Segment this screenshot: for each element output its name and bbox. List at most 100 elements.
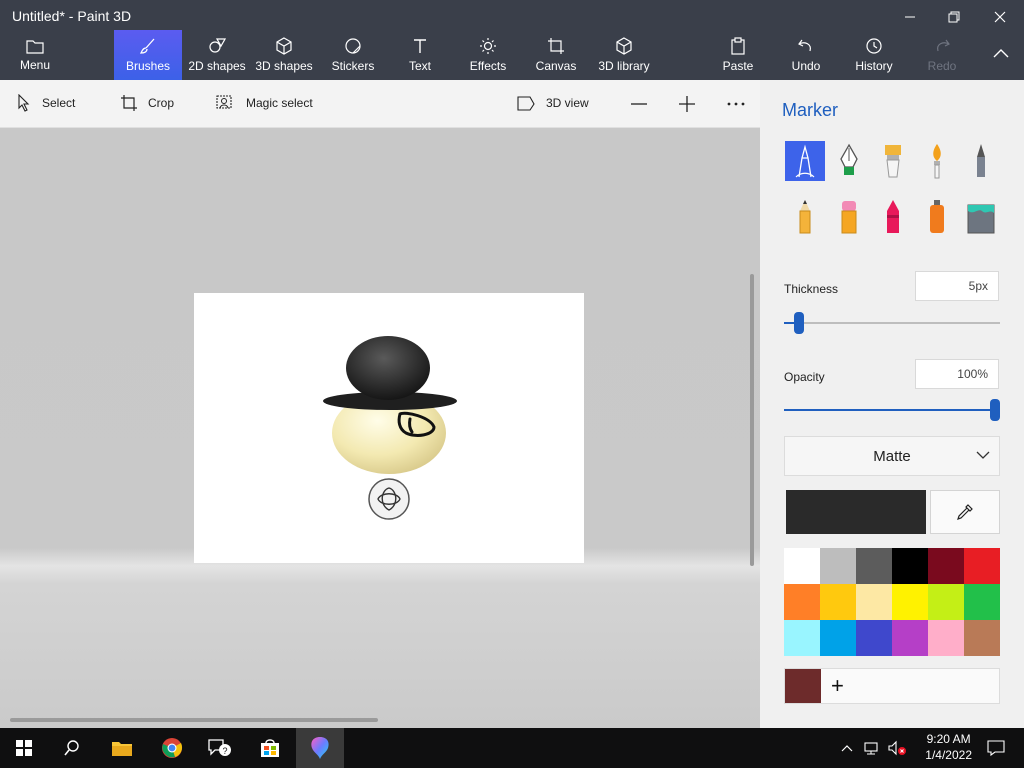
start-button[interactable] [0,728,48,768]
redo-icon [937,39,950,52]
brush-pencil[interactable] [785,197,825,237]
stickers-tab[interactable]: Stickers [326,30,380,80]
text-tab[interactable]: Text [398,30,442,80]
watercolor-icon [933,144,941,179]
palette-swatch[interactable] [784,548,820,584]
opacity-slider[interactable] [784,399,1000,421]
hat-crown[interactable] [346,336,430,400]
marker-icon [795,144,815,178]
3d-shapes-tab[interactable]: 3D shapes [252,30,316,80]
brush-marker[interactable] [785,141,825,181]
close-button[interactable] [978,6,1022,28]
brush-crayon[interactable] [873,197,913,237]
brush-eraser[interactable] [829,197,869,237]
text-label: Text [408,59,431,73]
palette-swatch[interactable] [820,620,856,656]
opacity-input[interactable]: 100% [915,359,999,389]
chrome-button[interactable] [148,728,196,768]
finish-dropdown[interactable]: Matte [784,436,1000,476]
paint-3d-taskbar-button[interactable] [296,728,344,768]
minimize-icon [905,16,915,18]
file-explorer-button[interactable] [98,728,146,768]
color-palette [784,548,1000,656]
network-status[interactable] [860,728,884,768]
brush-oil[interactable] [873,141,913,181]
restore-button[interactable] [932,6,976,28]
volume-status[interactable] [884,728,910,768]
palette-swatch[interactable] [892,584,928,620]
speaker-muted-icon [888,740,906,756]
brush-spray-can[interactable] [917,197,957,237]
cursor-icon [18,94,30,112]
workspace[interactable] [0,128,760,728]
palette-swatch[interactable] [964,584,1000,620]
search-button[interactable] [48,728,96,768]
palette-swatch[interactable] [856,584,892,620]
palette-swatch[interactable] [964,548,1000,584]
effects-label: Effects [469,59,507,73]
more-options-button[interactable] [727,101,755,107]
vertical-scrollbar[interactable] [750,274,754,566]
notifications-button[interactable] [972,728,1020,768]
palette-swatch[interactable] [856,620,892,656]
menu-button[interactable]: Menu [10,30,60,80]
effects-tab[interactable]: Effects [464,30,512,80]
2d-shapes-tab[interactable]: 2D shapes [184,30,250,80]
palette-swatch[interactable] [928,620,964,656]
palette-swatch[interactable] [928,548,964,584]
crop-tool[interactable]: Crop [120,94,174,112]
zoom-in-button[interactable] [678,95,706,113]
redo-button[interactable]: Redo [922,30,962,80]
palette-swatch[interactable] [820,548,856,584]
minimize-button[interactable] [888,6,932,28]
drawing-content [323,336,457,520]
history-button[interactable]: History [850,30,898,80]
palette-swatch[interactable] [964,620,1000,656]
history-icon [866,38,882,54]
brush-pixel-pen[interactable] [961,141,1001,181]
magic-select-tool[interactable]: Magic select [216,94,313,112]
system-clock[interactable]: 9:20 AM 1/4/2022 [925,731,972,763]
collapse-ribbon-button[interactable] [984,30,1018,80]
palette-swatch[interactable] [784,620,820,656]
palette-swatch[interactable] [892,620,928,656]
palette-swatch[interactable] [856,548,892,584]
thickness-slider[interactable] [784,312,1000,334]
zoom-out-button[interactable] [630,102,658,106]
palette-swatch[interactable] [928,584,964,620]
text-icon [414,39,426,53]
paste-button[interactable]: Paste [718,30,758,80]
custom-color-swatch[interactable] [785,669,821,703]
paste-label: Paste [722,59,754,73]
palette-swatch[interactable] [892,548,928,584]
current-color[interactable] [786,490,926,534]
clock-date: 1/4/2022 [925,748,972,762]
3d-library-label: 3D library [598,59,650,73]
plus-icon [679,96,695,112]
show-hidden-icons-button[interactable] [836,728,858,768]
add-color-button[interactable]: + [831,675,844,697]
palette-swatch[interactable] [820,584,856,620]
3d-view-toggle[interactable]: 3D view [516,94,589,112]
opacity-thumb[interactable] [990,399,1000,421]
thickness-thumb[interactable] [794,312,804,334]
taskbar: ? 9:20 AM 1/4/2022 [0,728,1024,768]
3d-library-tab[interactable]: 3D library [596,30,652,80]
canvas-tab[interactable]: Canvas [532,30,580,80]
rotate-3d-handle[interactable] [368,478,410,520]
brush-fill[interactable] [961,197,1001,237]
minus-icon [631,103,647,105]
store-button[interactable] [246,728,294,768]
palette-swatch[interactable] [784,584,820,620]
horizontal-scrollbar[interactable] [10,718,378,722]
brush-watercolor[interactable] [917,141,957,181]
brush-calligraphy-pen[interactable] [829,141,869,181]
crop-icon [121,95,137,111]
get-help-button[interactable]: ? [196,728,244,768]
thickness-input[interactable]: 5px [915,271,999,301]
brushes-tab[interactable]: Brushes [114,30,182,80]
select-tool[interactable]: Select [16,94,75,112]
drawing-canvas[interactable] [194,293,584,563]
undo-button[interactable]: Undo [786,30,826,80]
eyedropper-button[interactable] [930,490,1000,534]
